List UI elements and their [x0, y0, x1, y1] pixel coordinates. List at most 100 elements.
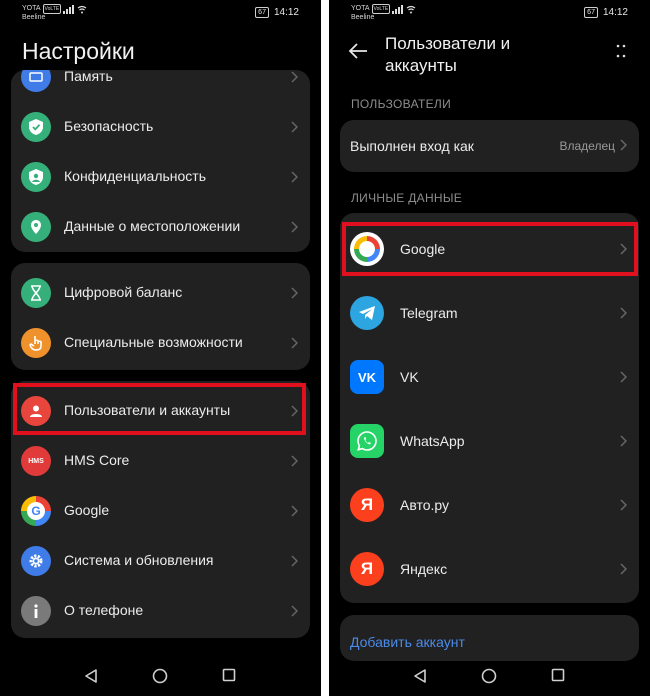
carrier-bottom: Beeline	[22, 14, 46, 21]
account-item-telegram[interactable]: Telegram	[340, 281, 639, 345]
yandex-auto-icon: Я	[350, 488, 384, 522]
settings-item-label: Цифровой баланс	[64, 284, 183, 300]
nav-home-icon[interactable]	[152, 668, 168, 684]
navigation-bar	[329, 656, 650, 696]
chevron-right-icon	[620, 435, 627, 447]
carrier-top: YOTA	[351, 5, 370, 12]
back-arrow-icon[interactable]	[347, 40, 369, 62]
chevron-right-icon	[620, 371, 627, 383]
settings-item-digital-balance[interactable]: Цифровой баланс	[11, 268, 310, 318]
section-label-personal: ЛИЧНЫЕ ДАННЫЕ	[351, 191, 463, 205]
account-item-auto-ru[interactable]: Я Авто.ру	[340, 473, 639, 537]
signed-in-value: Владелец	[559, 139, 615, 153]
volte-badge: VoLTE	[371, 4, 391, 14]
settings-item-label: Память	[64, 70, 113, 84]
navigation-bar	[0, 656, 321, 696]
settings-group-security: Память Безопасность Конфиденциальность Д…	[11, 70, 310, 252]
vk-icon: VK	[350, 360, 384, 394]
nav-back-icon[interactable]	[84, 668, 98, 684]
section-label-users: ПОЛЬЗОВАТЕЛИ	[351, 97, 451, 111]
settings-item-privacy[interactable]: Конфиденциальность	[11, 152, 310, 202]
yandex-auto-badge-text: Я	[360, 495, 374, 514]
chevron-right-icon	[620, 499, 627, 511]
status-bar: YOTA VoLTE Beeline 67 14:12	[0, 0, 321, 28]
chevron-right-icon	[291, 505, 298, 517]
chevron-right-icon	[291, 171, 298, 183]
highlight-frame	[342, 222, 638, 276]
battery-icon: 67	[584, 7, 598, 18]
account-item-whatsapp[interactable]: WhatsApp	[340, 409, 639, 473]
chevron-right-icon	[291, 221, 298, 233]
signal-icon	[63, 4, 87, 14]
add-account-card[interactable]: Добавить аккаунт	[340, 615, 639, 661]
settings-item-label: HMS Core	[64, 452, 130, 468]
account-label: Telegram	[400, 305, 458, 321]
highlight-frame	[13, 383, 306, 435]
settings-item-google[interactable]: G Google	[11, 486, 310, 536]
settings-item-label: Google	[64, 502, 110, 518]
signed-in-card[interactable]: Выполнен вход как Владелец	[340, 120, 639, 172]
battery-icon: 67	[255, 7, 269, 18]
chevron-right-icon	[291, 605, 298, 617]
settings-item-storage[interactable]: Память	[11, 70, 310, 102]
settings-item-label: Специальные возможности	[64, 334, 243, 350]
chevron-right-icon	[291, 71, 298, 83]
nav-recents-icon[interactable]	[551, 668, 565, 682]
vk-badge-text: VK	[357, 369, 377, 385]
settings-item-label: Безопасность	[64, 118, 154, 134]
yandex-icon: Я	[350, 552, 384, 586]
settings-item-accessibility[interactable]: Специальные возможности	[11, 318, 310, 368]
nav-back-icon[interactable]	[413, 668, 427, 684]
add-account-button[interactable]: Добавить аккаунт	[350, 634, 465, 650]
account-label: VK	[400, 369, 419, 385]
chevron-right-icon	[620, 563, 627, 575]
privacy-icon	[21, 162, 51, 192]
nav-recents-icon[interactable]	[222, 668, 236, 682]
hms-icon: HMS	[21, 446, 51, 476]
hms-badge-text: HMS	[28, 457, 44, 465]
settings-item-location[interactable]: Данные о местоположении	[11, 202, 310, 252]
clock: 14:12	[273, 7, 299, 18]
account-item-vk[interactable]: VK VK	[340, 345, 639, 409]
settings-item-hms-core[interactable]: HMS HMS Core	[11, 436, 310, 486]
settings-item-about-phone[interactable]: О телефоне	[11, 586, 310, 636]
account-label: Яндекс	[400, 561, 448, 577]
whatsapp-icon	[350, 424, 384, 458]
location-icon	[21, 212, 51, 242]
settings-group-wellbeing: Цифровой баланс Специальные возможности	[11, 263, 310, 370]
account-item-yandex[interactable]: Я Яндекс	[340, 537, 639, 601]
settings-item-system-updates[interactable]: Система и обновления	[11, 536, 310, 586]
clock: 14:12	[602, 7, 628, 18]
users-accounts-screen: YOTA VoLTE Beeline 67 14:12 Пользователи …	[329, 0, 650, 696]
more-options-icon[interactable]	[616, 44, 626, 58]
carrier-info: YOTA VoLTE Beeline	[351, 4, 418, 22]
settings-item-security[interactable]: Безопасность	[11, 102, 310, 152]
chevron-right-icon	[620, 307, 627, 319]
signal-icon	[392, 4, 416, 14]
shield-icon	[21, 112, 51, 142]
page-title: Пользователи и аккаунты	[385, 34, 511, 75]
chevron-right-icon	[291, 555, 298, 567]
chevron-right-icon	[291, 121, 298, 133]
gear-icon	[21, 546, 51, 576]
info-icon	[21, 596, 51, 626]
account-label: Авто.ру	[400, 497, 450, 513]
chevron-right-icon	[620, 139, 627, 151]
settings-screen: YOTA VoLTE Beeline 67 14:12 Настройки Пам…	[0, 0, 321, 696]
carrier-bottom: Beeline	[351, 14, 375, 21]
page-title: Настройки	[22, 38, 135, 64]
volte-badge: VoLTE	[42, 4, 62, 14]
settings-item-label: Данные о местоположении	[64, 218, 241, 234]
carrier-top: YOTA	[22, 5, 41, 12]
status-bar: YOTA VoLTE Beeline 67 14:12	[329, 0, 650, 28]
chevron-right-icon	[291, 337, 298, 349]
chevron-right-icon	[291, 287, 298, 299]
signed-in-label: Выполнен вход как	[350, 138, 474, 154]
nav-home-icon[interactable]	[481, 668, 497, 684]
settings-item-label: О телефоне	[64, 602, 144, 618]
hand-icon	[21, 328, 51, 358]
chevron-right-icon	[291, 455, 298, 467]
carrier-info: YOTA VoLTE Beeline	[22, 4, 89, 22]
telegram-icon	[350, 296, 384, 330]
settings-item-label: Система и обновления	[64, 552, 214, 568]
